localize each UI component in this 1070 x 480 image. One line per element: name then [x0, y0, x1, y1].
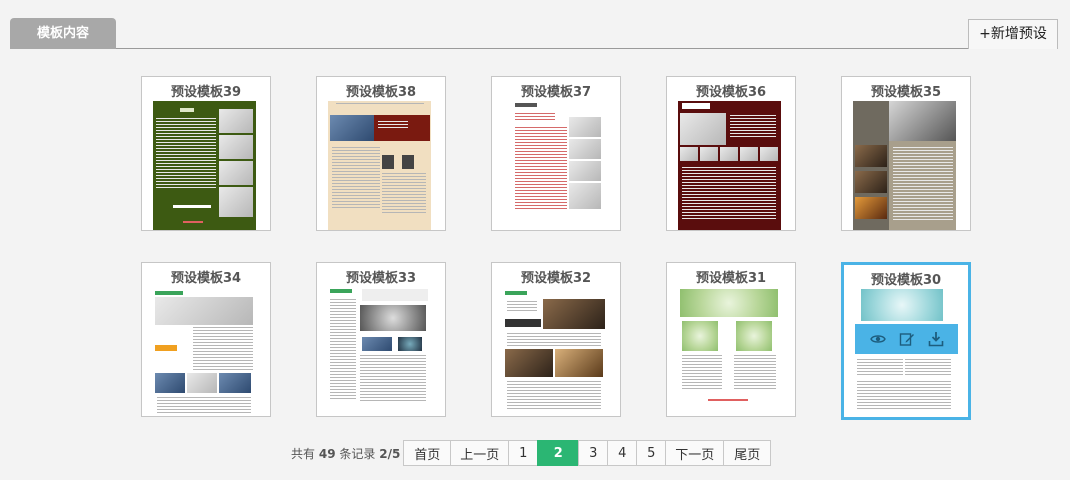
template-title: 预设模板31	[695, 271, 767, 286]
template-title: 预设模板37	[520, 85, 592, 100]
template-title: 预设模板34	[170, 271, 242, 286]
template-title: 预设模板38	[345, 85, 417, 100]
record-total: 49	[318, 446, 336, 461]
template-thumbnail	[328, 101, 431, 230]
template-card[interactable]: 预设模板33	[316, 262, 446, 417]
template-title: 预设模板33	[345, 271, 417, 286]
template-title: 预设模板30	[870, 273, 942, 288]
template-title: 预设模板36	[695, 85, 767, 100]
tab-bar: 模板内容 +新增预设	[10, 18, 1058, 49]
page-1-button[interactable]: 1	[508, 440, 539, 466]
template-thumbnail	[853, 101, 956, 230]
template-thumbnail	[678, 287, 781, 416]
template-thumbnail	[153, 287, 256, 416]
template-thumbnail	[153, 101, 256, 230]
template-card[interactable]: 预设模板39	[141, 76, 271, 231]
prev-page-button[interactable]: 上一页	[450, 440, 510, 466]
template-title: 预设模板32	[520, 271, 592, 286]
template-title: 预设模板39	[170, 85, 242, 100]
last-page-button[interactable]: 尾页	[723, 440, 772, 466]
add-preset-button[interactable]: +新增预设	[968, 19, 1058, 49]
pagination: 共有 49 条记录 2/5 首页 上一页 1 2 3 4 5 下一页 尾页	[291, 440, 772, 466]
template-thumbnail	[678, 101, 781, 230]
template-card-selected[interactable]: 预设模板30	[841, 262, 971, 420]
template-card[interactable]: 预设模板34	[141, 262, 271, 417]
page-status: 2/5	[379, 446, 401, 461]
template-card[interactable]: 预设模板37	[491, 76, 621, 231]
first-page-button[interactable]: 首页	[403, 440, 452, 466]
template-card[interactable]: 预设模板32	[491, 262, 621, 417]
page-2-button-current[interactable]: 2	[537, 440, 580, 466]
template-title: 预设模板35	[870, 85, 942, 100]
record-info: 共有 49 条记录 2/5	[291, 445, 400, 462]
card-action-bar	[855, 324, 958, 354]
template-card[interactable]: 预设模板38	[316, 76, 446, 231]
page-5-button[interactable]: 5	[636, 440, 667, 466]
template-card[interactable]: 预设模板31	[666, 262, 796, 417]
next-page-button[interactable]: 下一页	[665, 440, 725, 466]
template-thumbnail	[503, 101, 606, 230]
template-thumbnail	[328, 287, 431, 416]
template-card[interactable]: 预设模板35	[841, 76, 971, 231]
record-info-mid: 条记录	[339, 446, 376, 461]
eye-icon[interactable]	[869, 331, 886, 347]
edit-icon[interactable]	[899, 331, 915, 347]
download-icon[interactable]	[928, 331, 944, 347]
template-thumbnail	[503, 287, 606, 416]
page-3-button[interactable]: 3	[578, 440, 609, 466]
page-4-button[interactable]: 4	[607, 440, 638, 466]
tab-template-content[interactable]: 模板内容	[10, 18, 116, 49]
template-card[interactable]: 预设模板36	[666, 76, 796, 231]
record-info-prefix: 共有	[291, 446, 316, 461]
